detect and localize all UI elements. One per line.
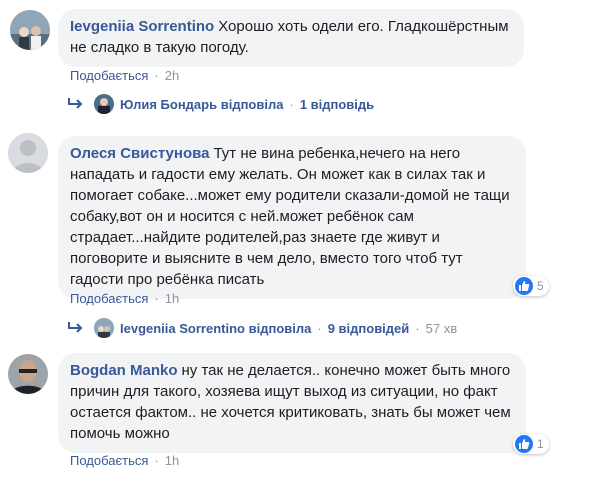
comment-author[interactable]: Ievgeniia Sorrentino (70, 18, 214, 35)
reaction-count[interactable]: 5 (513, 276, 549, 296)
avatar[interactable] (10, 10, 50, 50)
replies-link[interactable]: Ievgeniia Sorrentino відповіла · 9 відпові… (66, 318, 457, 338)
like-action[interactable]: Подобається (70, 453, 148, 468)
reply-arrow-icon (68, 322, 83, 333)
like-action[interactable]: Подобається (70, 68, 148, 83)
comment-meta: Подобається · 1h (70, 291, 180, 306)
avatar[interactable] (8, 354, 48, 394)
reply-time[interactable]: 57 хв (426, 321, 457, 336)
reply-arrow-icon (68, 98, 83, 109)
reply-avatar (94, 318, 114, 338)
comment-bubble: Ievgeniia Sorrentino Хорошо хоть одели ег… (58, 9, 524, 67)
comment-bubble: Олеся Свистунова Тут не вина ребенка,нече… (58, 136, 526, 299)
reply-count[interactable]: 1 відповідь (300, 97, 374, 112)
replies-link[interactable]: Юлия Бондарь відповіла · 1 відповідь (66, 94, 374, 114)
comment-time[interactable]: 1h (165, 453, 179, 468)
avatar[interactable] (8, 133, 48, 173)
like-action[interactable]: Подобається (70, 291, 148, 306)
reply-verb: відповіла (248, 320, 312, 336)
reply-count[interactable]: 9 відповідей (328, 321, 410, 336)
comment-meta: Подобається · 1h (70, 453, 180, 468)
comment-author[interactable]: Олеся Свистунова (70, 145, 209, 162)
reaction-count[interactable]: 1 (513, 434, 549, 454)
like-icon (515, 277, 533, 295)
reply-verb: відповіла (220, 96, 284, 112)
comment-time[interactable]: 2h (165, 68, 179, 83)
comment-bubble: Bogdan Manko ну так не делается.. конечно… (58, 353, 526, 453)
comment-meta: Подобається · 2h (70, 68, 180, 83)
comment-time[interactable]: 1h (165, 291, 179, 306)
like-icon (515, 435, 533, 453)
comment-author[interactable]: Bogdan Manko (70, 362, 178, 379)
comment-text: Тут не вина ребенка,нечего на него напад… (70, 145, 510, 288)
reply-avatar (94, 94, 114, 114)
reply-author[interactable]: Ievgeniia Sorrentino (120, 321, 245, 336)
reply-author[interactable]: Юлия Бондарь (120, 97, 217, 112)
